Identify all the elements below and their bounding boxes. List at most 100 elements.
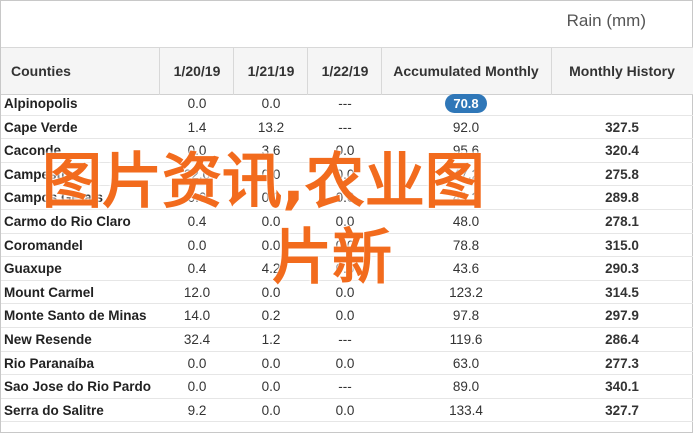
table-row[interactable]: Guaxupe 0.4 4.2 0.0 43.6 290.3 [1,257,693,281]
rain-day-3: --- [338,119,352,135]
column-divider [307,47,308,95]
county-name: Rio Paranaíba [4,355,95,371]
column-header-date-3[interactable]: 1/22/19 [309,48,381,94]
table-row[interactable]: Alpinopolis 0.0 0.0 --- 70.8 [1,92,693,116]
rain-day-1: 1.4 [187,119,207,135]
accumulated-monthly-value: 123.2 [449,284,483,300]
rain-day-2: 0.0 [261,355,281,371]
accumulated-monthly-value: 133.4 [449,402,483,418]
table-row[interactable]: Campos Gerais 0.0 0.0 0.0 41.2 289.8 [1,186,693,210]
column-header-accumulated-monthly[interactable]: Accumulated Monthly [382,48,550,94]
rain-day-2: 3.6 [261,143,281,159]
accumulated-monthly-value: 92.0 [452,119,480,135]
table-row[interactable]: Mount Carmel 12.0 0.0 0.0 123.2 314.5 [1,281,693,305]
unit-label: Rain (mm) [566,11,646,30]
rain-day-3: 0.0 [335,355,355,371]
accumulated-monthly-value: 47.2 [452,166,480,182]
county-name: Campestre [4,166,74,182]
table-body: Alpinopolis 0.0 0.0 --- 70.8 Cape Verde 1.4 13.… [1,92,693,423]
county-name: Campos Gerais [4,190,104,206]
monthly-history-value [552,92,692,115]
rain-day-3: --- [338,96,352,111]
monthly-history-value: 327.7 [605,402,639,418]
rain-day-1: 0.4 [187,213,207,229]
column-header-counties[interactable]: Counties [1,48,161,94]
rain-day-3: --- [338,331,352,347]
accumulated-monthly-value: 43.6 [452,261,480,277]
county-name: Guaxupe [4,261,62,277]
rain-table-panel: Rain (mm) Counties 1/20/19 1/21/19 1/22/… [0,0,693,433]
table-row[interactable]: Monte Santo de Minas 14.0 0.2 0.0 97.8 297.9 [1,304,693,328]
accumulated-monthly-value: 119.6 [449,331,483,347]
rain-day-2: 0.0 [261,402,281,418]
county-name: Coromandel [4,237,83,253]
rain-day-3: 0.0 [335,284,355,300]
monthly-history-value: 289.8 [605,190,639,206]
rain-day-3: --- [338,379,352,395]
rain-day-3: 0.0 [335,166,355,182]
rain-day-1: 0.0 [187,379,207,395]
monthly-history-value: 275.8 [605,166,639,182]
rain-day-2: 0.0 [261,237,281,253]
rain-day-2: 0.2 [261,308,281,324]
monthly-history-value: 340.1 [605,379,639,395]
rain-day-1: 22.0 [183,166,211,182]
column-header-monthly-history[interactable]: Monthly History [552,48,692,94]
accumulated-monthly-value: 41.2 [452,190,480,206]
table-row[interactable]: Coromandel 0.0 0.0 0.0 78.8 315.0 [1,234,693,258]
accumulated-monthly-value: 95.6 [452,143,480,159]
table-row[interactable]: Caconde 0.0 3.6 0.0 95.6 320.4 [1,139,693,163]
table-row[interactable]: Serra do Salitre 9.2 0.0 0.0 133.4 327.7 [1,399,693,423]
county-name: Monte Santo de Minas [4,308,147,324]
table-row[interactable]: Rio Paranaíba 0.0 0.0 0.0 63.0 277.3 [1,352,693,376]
rain-day-3: 0.0 [335,213,355,229]
table-header: Counties 1/20/19 1/21/19 1/22/19 Accumul… [1,47,693,95]
rain-day-3: 0.0 [335,143,355,159]
rain-day-2: 13.2 [257,119,285,135]
rain-day-2: 0.0 [261,379,281,395]
column-header-date-1[interactable]: 1/20/19 [161,48,233,94]
table-row[interactable]: New Resende 32.4 1.2 --- 119.6 286.4 [1,328,693,352]
monthly-history-value: 320.4 [605,143,639,159]
rain-day-2: 4.2 [261,261,281,277]
monthly-history-value: 277.3 [605,355,639,371]
rain-day-1: 0.0 [187,237,207,253]
accumulated-monthly-value: 63.0 [452,355,480,371]
rain-day-3: 0.0 [335,261,355,277]
column-header-date-2[interactable]: 1/21/19 [235,48,307,94]
monthly-history-value: 315.0 [605,237,639,253]
highlight-badge: 70.8 [445,94,487,113]
monthly-history-value: 290.3 [605,261,639,277]
monthly-history-value: 297.9 [605,308,639,324]
rain-day-1: 32.4 [183,331,211,347]
county-name: Caconde [4,143,62,159]
rain-day-1: 14.0 [183,308,211,324]
rain-day-1: 0.0 [187,190,207,206]
column-divider [381,47,382,95]
table-row[interactable]: Campestre 22.0 0.0 0.0 47.2 275.8 [1,163,693,187]
rain-day-1: 0.4 [187,261,207,277]
rain-day-1: 9.2 [187,402,207,418]
accumulated-monthly-value: 97.8 [452,308,480,324]
monthly-history-value: 286.4 [605,331,639,347]
table-row[interactable]: Carmo do Rio Claro 0.4 0.0 0.0 48.0 278.1 [1,210,693,234]
accumulated-monthly-value: 48.0 [452,213,480,229]
rain-day-1: 0.0 [187,355,207,371]
accumulated-monthly-value: 89.0 [452,379,480,395]
rain-day-2: 0.0 [261,96,281,111]
accumulated-monthly-value: 70.8 [382,92,550,115]
rain-day-3: 0.0 [335,402,355,418]
table-row[interactable]: Sao Jose do Rio Pardo 0.0 0.0 --- 89.0 340.1 [1,375,693,399]
monthly-history-value: 314.5 [605,284,639,300]
rain-day-2: 0.0 [261,284,281,300]
county-name: Carmo do Rio Claro [4,213,131,229]
rain-day-2: 0.0 [261,213,281,229]
county-name: Sao Jose do Rio Pardo [4,379,152,395]
accumulated-monthly-value: 78.8 [452,237,480,253]
rain-day-1: 12.0 [183,284,211,300]
column-divider [159,47,160,95]
table-row[interactable]: Cape Verde 1.4 13.2 --- 92.0 327.5 [1,116,693,140]
county-name: New Resende [4,331,92,347]
rain-day-3: 0.0 [335,237,355,253]
rain-day-2: 0.0 [261,166,281,182]
